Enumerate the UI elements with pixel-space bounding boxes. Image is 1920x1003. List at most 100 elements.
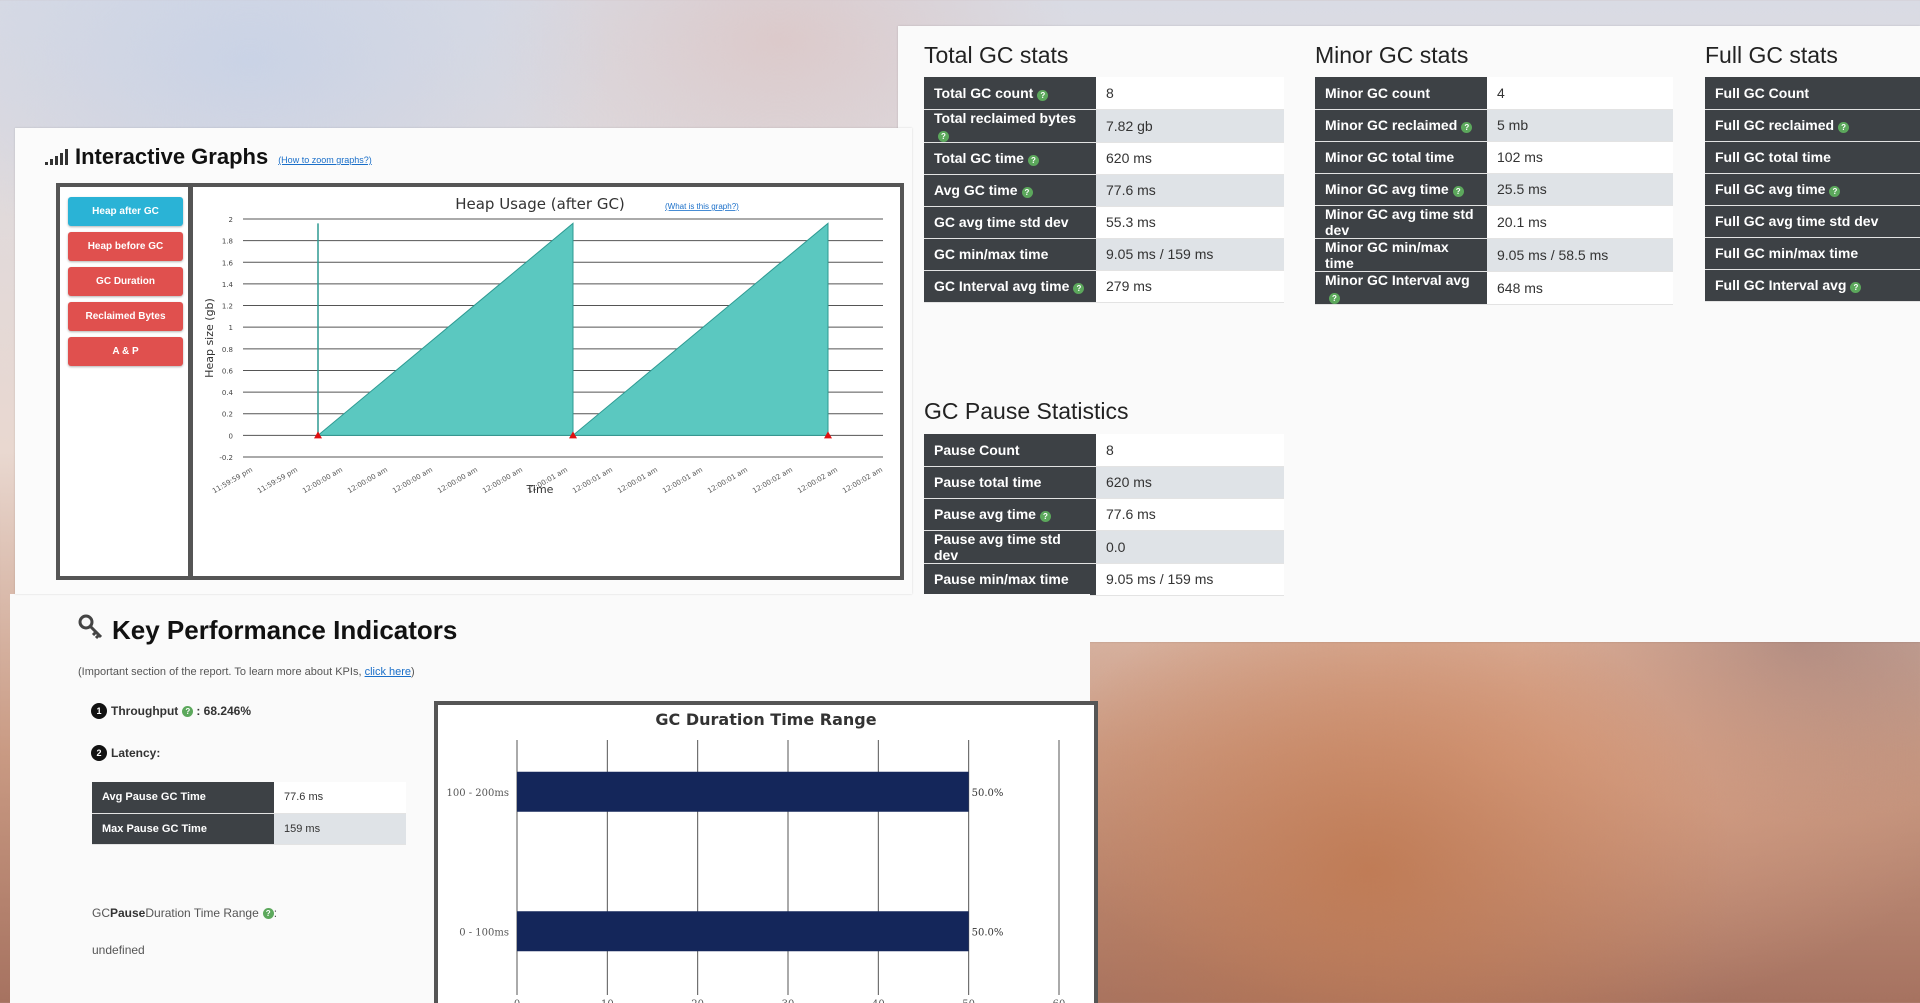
y-tick-label: 0 (229, 432, 233, 440)
bar-data-label: 50.0% (972, 788, 1004, 799)
range-label-post: Duration Time Range (145, 906, 259, 920)
latency-label: Latency: (111, 746, 161, 760)
duration-bar (517, 911, 969, 952)
table-row: Minor GC count 4 (1315, 77, 1673, 110)
bar-chart-icon (45, 149, 68, 165)
help-icon[interactable]: ? (1838, 122, 1850, 133)
row-key-label: Avg GC time (934, 182, 1018, 198)
total-gc-title: Total GC stats (924, 42, 1069, 68)
row-key-label: GC avg time std dev (934, 214, 1069, 230)
table-row: Total reclaimed bytes? 7.82 gb (924, 109, 1284, 143)
x-tick-label: 12:00:00 am (301, 466, 344, 495)
row-key: Avg Pause GC Time (92, 782, 274, 814)
y-tick-label: 0.8 (222, 346, 233, 354)
y-tick-label: -0.2 (219, 454, 233, 462)
row-value: 4 (1487, 77, 1673, 110)
row-key: Minor GC count (1315, 77, 1487, 110)
y-axis-label: Heap size (gb) (203, 298, 216, 378)
heap-after-gc-button[interactable]: Heap after GC (68, 197, 183, 226)
range-label-pre: GC (92, 906, 110, 920)
help-icon[interactable]: ? (1027, 155, 1039, 166)
help-icon[interactable]: ? (262, 907, 274, 919)
table-row: Full GC avg time std dev (1705, 205, 1920, 238)
help-icon[interactable]: ? (1452, 186, 1464, 197)
row-value: 620 ms (1096, 142, 1284, 175)
help-icon[interactable]: ? (1037, 89, 1049, 101)
row-key-label: Full GC Interval avg (1715, 277, 1847, 293)
y-tick-label: 1.4 (222, 281, 234, 289)
row-value: 8 (1096, 434, 1284, 467)
help-icon[interactable]: ? (1461, 122, 1473, 133)
table-row: Total GC count? 8 (924, 77, 1284, 110)
table-row: Full GC reclaimed? (1705, 109, 1920, 142)
reclaimed-bytes-button[interactable]: Reclaimed Bytes (68, 302, 183, 331)
row-key: Full GC Count (1705, 77, 1920, 110)
row-value: 77.6 ms (1096, 498, 1284, 531)
heap-chart-area: Heap Usage (after GC) (What is this graph… (193, 187, 900, 576)
row-key: Minor GC avg time? (1315, 173, 1487, 206)
x-tick-label: 0 (514, 999, 520, 1003)
help-icon[interactable]: ? (1829, 186, 1841, 197)
row-value: 9.05 ms / 159 ms (1096, 238, 1284, 271)
row-key-label: Minor GC Interval avg (1325, 271, 1470, 288)
throughput-value: : 68.246% (196, 704, 252, 718)
row-key: Avg GC time? (924, 174, 1096, 207)
table-row: Max Pause GC Time 159 ms (92, 813, 406, 845)
kpi-learn-more-link[interactable]: click here (365, 666, 411, 678)
graph-frame: Heap after GC Heap before GC GC Duration… (56, 183, 904, 580)
row-key-label: GC min/max time (934, 246, 1049, 262)
x-tick-label: 12:00:01 am (616, 466, 659, 495)
kpi-note: (Important section of the report. To lea… (78, 666, 415, 678)
row-key-label: Total GC time (934, 150, 1024, 166)
row-key-label: Full GC min/max time (1715, 245, 1859, 261)
row-key: Total GC count? (924, 77, 1096, 110)
table-row: GC Interval avg time? 279 ms (924, 270, 1284, 303)
help-icon[interactable]: ? (938, 130, 949, 142)
category-label: 100 - 200ms (446, 788, 509, 799)
row-value: 25.5 ms (1487, 173, 1673, 206)
key-icon (78, 614, 104, 647)
table-row: Full GC Count (1705, 77, 1920, 110)
x-tick-label: 12:00:02 am (796, 466, 839, 495)
heap-usage-chart[interactable]: Heap Usage (after GC) (What is this graph… (193, 187, 900, 576)
x-tick-label: 10 (601, 999, 614, 1003)
x-tick-label: 12:00:01 am (571, 466, 614, 495)
table-row: Minor GC total time 102 ms (1315, 141, 1673, 174)
help-icon[interactable]: ? (182, 705, 194, 717)
gc-duration-button[interactable]: GC Duration (68, 267, 183, 296)
zoom-help-link[interactable]: (How to zoom graphs?) (278, 155, 372, 165)
kpi-panel: Key Performance Indicators (Important se… (10, 594, 1098, 1003)
help-icon[interactable]: ? (1073, 283, 1085, 294)
row-value: 648 ms (1487, 271, 1673, 305)
allocation-promotion-button[interactable]: A & P (68, 337, 183, 366)
graph-selector-sidebar: Heap after GC Heap before GC GC Duration… (60, 187, 188, 576)
x-tick-label: 12:00:00 am (481, 466, 524, 495)
help-icon[interactable]: ? (1021, 187, 1033, 198)
row-key-label: Full GC Count (1715, 84, 1810, 101)
row-value: 5 mb (1487, 109, 1673, 142)
row-key-label: Minor GC avg time std dev (1325, 205, 1474, 238)
x-tick-label: 12:00:01 am (661, 466, 704, 495)
graphs-heading: Interactive Graphs (How to zoom graphs?) (45, 144, 372, 170)
help-icon[interactable]: ? (1329, 292, 1340, 304)
chart-help-link[interactable]: (What is this graph?) (665, 202, 739, 211)
y-tick-label: 1.6 (222, 259, 234, 267)
row-key: GC Interval avg time? (924, 270, 1096, 303)
table-row: Pause Count 8 (924, 434, 1284, 467)
row-key: Full GC total time (1705, 141, 1920, 174)
y-tick-label: 2 (229, 216, 233, 224)
x-tick-label: 12:00:02 am (841, 466, 884, 495)
row-key: Minor GC avg time std dev (1315, 205, 1487, 239)
row-key: Full GC reclaimed? (1705, 109, 1920, 142)
row-key: Full GC Interval avg? (1705, 269, 1920, 302)
table-row: Minor GC min/max time 9.05 ms / 58.5 ms (1315, 238, 1673, 272)
heap-before-gc-button[interactable]: Heap before GC (68, 232, 183, 261)
kpi-note-text: (Important section of the report. To lea… (78, 666, 365, 678)
help-icon[interactable]: ? (1039, 511, 1051, 522)
y-tick-label: 0.2 (222, 411, 233, 419)
row-key-label: Minor GC total time (1325, 149, 1455, 165)
row-key-label: Minor GC min/max time (1325, 238, 1449, 271)
interactive-graphs-panel: Interactive Graphs (How to zoom graphs?)… (15, 128, 912, 594)
table-row: Avg GC time? 77.6 ms (924, 174, 1284, 207)
help-icon[interactable]: ? (1850, 282, 1862, 293)
